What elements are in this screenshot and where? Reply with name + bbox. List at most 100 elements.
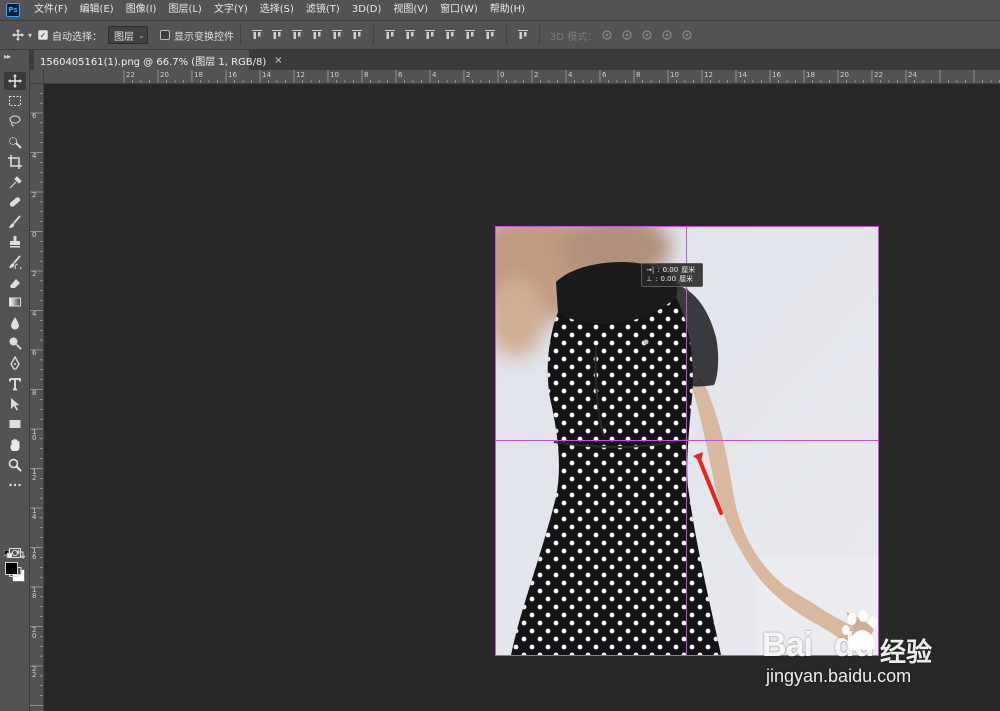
move-icon [8, 74, 22, 88]
hand-icon [10, 438, 20, 451]
lasso-tool[interactable] [4, 112, 26, 130]
dodge-tool[interactable] [4, 334, 26, 352]
menu-item-9[interactable]: 窗口(W) [434, 0, 484, 20]
align-left-edges-icon[interactable] [307, 25, 327, 45]
annotation-arrow-icon [693, 452, 723, 515]
quick-select-tool[interactable] [4, 133, 26, 151]
auto-select-target-dropdown[interactable]: 图层 ⌄ [108, 26, 149, 44]
align-top-edges-icon[interactable] [247, 25, 267, 45]
show-transform-controls-checkbox[interactable] [160, 30, 171, 40]
baidu-jingyan-watermark: Baidu 经验 jingyan.baidu.com [752, 604, 952, 694]
type-tool[interactable] [4, 375, 26, 393]
distribute-hcenter-icon[interactable] [460, 25, 480, 45]
close-tab-icon[interactable]: × [274, 55, 282, 66]
menu-item-3[interactable]: 图层(L) [162, 0, 207, 20]
menu-bar: Ps 文件(F) 编辑(E) 图像(I) 图层(L) 文字(Y) 选择(S) 滤镜(T) 3D… [0, 0, 1000, 20]
quick-select-icon [9, 137, 22, 149]
roll-3d-icon[interactable] [617, 25, 637, 45]
menu-item-5[interactable]: 选择(S) [254, 0, 300, 20]
slide-3d-icon[interactable] [657, 25, 677, 45]
pan-3d-icon[interactable] [637, 25, 657, 45]
watermark-url: jingyan.baidu.com [766, 666, 912, 686]
scale-3d-icon[interactable] [677, 25, 697, 45]
brush-tool[interactable] [4, 213, 26, 231]
tools-panel: ▸▸ [0, 50, 30, 711]
menu-item-6[interactable]: 滤镜(T) [300, 0, 346, 20]
type-icon [9, 378, 21, 391]
document-tab[interactable]: 1560405161(1).png @ 66.7% (图层 1, RGB/8) … [34, 50, 283, 71]
healing-brush-icon [9, 197, 21, 207]
clone-stamp-icon [10, 236, 20, 248]
menu-item-8[interactable]: 视图(V) [387, 0, 434, 20]
ruler-left-ticks [30, 92, 43, 706]
auto-select-checkbox[interactable]: ✓ [38, 30, 49, 40]
distribute-right-icon[interactable] [480, 25, 500, 45]
path-select-tool[interactable] [4, 395, 26, 413]
align-bottom-edges-icon[interactable] [287, 25, 307, 45]
tool-preset-chevron-icon[interactable]: ▾ [28, 31, 32, 40]
collapse-panel-icon[interactable]: ▸▸ [4, 52, 11, 61]
marquee-icon [9, 96, 21, 106]
y-offset-icon: ⊥ [646, 275, 653, 283]
marquee-tool[interactable] [4, 92, 26, 110]
orbit-3d-icon[interactable] [597, 25, 617, 45]
menu-items: 文件(F) 编辑(E) 图像(I) 图层(L) 文字(Y) 选择(S) 滤镜(T) 3D(D)… [28, 0, 531, 20]
vertical-guide[interactable] [686, 227, 687, 655]
align-vertical-centers-icon[interactable] [267, 25, 287, 45]
align-buttons-group [247, 25, 546, 45]
document-tab-bar: 1560405161(1).png @ 66.7% (图层 1, RGB/8) … [30, 50, 1000, 71]
ruler-origin[interactable] [30, 70, 44, 84]
x-readout-row: →| : 0.00 厘米 [646, 266, 696, 274]
zoom-icon [8, 458, 22, 472]
eraser-tool[interactable] [4, 274, 26, 292]
quick-mask-icon[interactable] [4, 544, 26, 562]
foreground-color-swatch[interactable] [5, 562, 18, 575]
chevron-down-icon: ⌄ [138, 30, 145, 40]
move-tool[interactable] [4, 72, 26, 90]
y-offset-unit: 厘米 [679, 275, 694, 283]
x-offset-unit: 厘米 [681, 266, 696, 274]
more-tools[interactable] [4, 476, 26, 494]
align-horizontal-centers-icon[interactable] [327, 25, 347, 45]
clone-stamp-tool[interactable] [4, 233, 26, 251]
menu-item-1[interactable]: 编辑(E) [74, 0, 120, 20]
divider [373, 25, 375, 45]
distribute-top-icon[interactable] [380, 25, 400, 45]
zoom-tool[interactable] [4, 456, 26, 474]
distribute-vcenter-icon[interactable] [400, 25, 420, 45]
blur-tool[interactable] [4, 314, 26, 332]
divider [539, 25, 541, 45]
options-bar: ▾ ✓ 自动选择： 图层 ⌄ 显示变换控件 3D 模式： [0, 20, 1000, 50]
crop-icon [8, 155, 22, 169]
history-brush-tool[interactable] [4, 253, 26, 271]
hand-tool[interactable] [4, 436, 26, 454]
divider [240, 25, 242, 45]
document-canvas[interactable] [496, 227, 878, 655]
eyedropper-tool[interactable] [4, 174, 26, 192]
menu-item-2[interactable]: 图像(I) [120, 0, 163, 20]
crop-tool[interactable] [4, 153, 26, 171]
move-tool-preset-icon[interactable] [8, 25, 28, 45]
align-right-edges-icon[interactable] [347, 25, 367, 45]
menu-item-0[interactable]: 文件(F) [28, 0, 74, 20]
healing-brush-tool[interactable] [4, 193, 26, 211]
rectangle-tool[interactable] [4, 415, 26, 433]
distribute-left-icon[interactable] [440, 25, 460, 45]
horizontal-ruler[interactable]: 22 20 18 16 14 12 10 8 6 4 2 0 2 4 6 8 10 12 14 16 18 20 22 24 [30, 70, 1000, 84]
auto-align-layers-icon[interactable] [513, 25, 533, 45]
auto-select-target-value: 图层 [114, 31, 135, 43]
vertical-ruler[interactable]: 642024681 01 21 41 61 82 02 2 [30, 84, 44, 711]
lasso-icon [9, 115, 21, 127]
menu-item-4[interactable]: 文字(Y) [208, 0, 254, 20]
menu-item-7[interactable]: 3D(D) [346, 0, 388, 20]
horizontal-guide[interactable] [496, 440, 878, 441]
distribute-bottom-icon[interactable] [420, 25, 440, 45]
gradient-tool[interactable] [4, 293, 26, 311]
pen-tool[interactable] [4, 354, 26, 372]
document-tab-title: 1560405161(1).png @ 66.7% (图层 1, RGB/8) [40, 57, 267, 68]
mores-icon [9, 483, 21, 487]
menu-item-10[interactable]: 帮助(H) [484, 0, 531, 20]
3d-mode-label: 3D 模式： [550, 31, 598, 43]
divider [506, 25, 508, 45]
brush-icon [9, 215, 21, 228]
